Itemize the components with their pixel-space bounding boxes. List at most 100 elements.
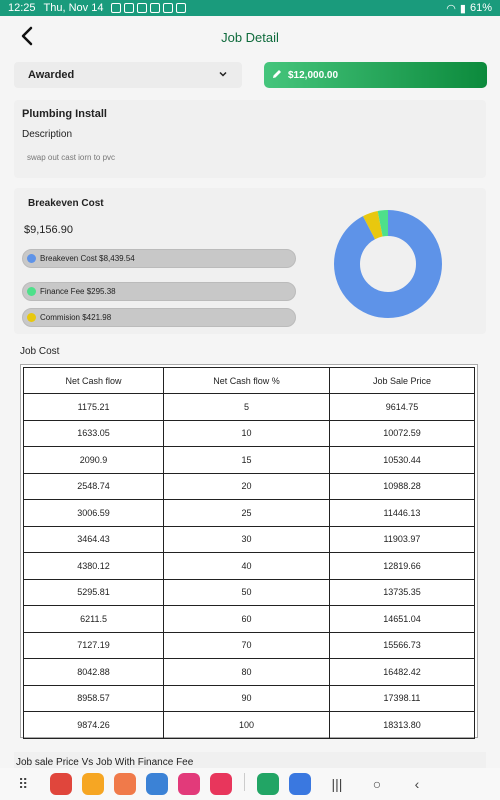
flower-app-icon[interactable]	[178, 773, 200, 795]
table-cell: 90	[163, 684, 330, 712]
status-bar: 12:25 Thu, Nov 14 ◠ ▮ 61%	[0, 0, 500, 16]
job-status-select[interactable]: Awarded	[14, 62, 242, 88]
table-cell: 6211.5	[22, 605, 165, 633]
breakeven-card: Breakeven Cost $9,156.90 Breakeven Cost …	[14, 188, 486, 334]
battery-level: 61%	[469, 2, 492, 14]
status-time: 12:25	[8, 2, 36, 14]
commision-pill: Commision $421.98	[22, 308, 296, 327]
job-status-value: Awarded	[28, 69, 75, 81]
page-title: Job Detail	[221, 30, 279, 45]
table-row: 5295.81 50 13735.35	[22, 578, 476, 606]
table-cell: 15	[163, 446, 330, 474]
recents-icon[interactable]: |||	[323, 776, 351, 792]
job-cost-table: Net Cash flow Net Cash flow % Job Sale P…	[20, 364, 478, 739]
breakeven-cost-pill: Breakeven Cost $8,439.54	[22, 249, 296, 268]
taskbar-divider	[244, 773, 245, 791]
table-header-row: Net Cash flow Net Cash flow % Job Sale P…	[22, 367, 476, 394]
job-title: Plumbing Install	[22, 108, 107, 120]
table-cell: 14651.04	[328, 605, 476, 633]
table-row: 3464.43 30 11903.97	[22, 525, 476, 553]
download-notification-icon	[163, 3, 174, 13]
table-cell: 40	[163, 552, 330, 580]
table-cell: 17398.11	[328, 684, 476, 712]
table-cell: 7127.19	[22, 631, 165, 659]
taskbar-apps	[50, 773, 311, 795]
table-cell: 4380.12	[22, 552, 165, 580]
column-header: Job Sale Price	[328, 367, 476, 394]
breakeven-title: Breakeven Cost	[28, 198, 104, 209]
calendar-notification-icon	[111, 3, 122, 13]
table-cell: 20	[163, 472, 330, 500]
table-cell: 10072.59	[328, 419, 476, 447]
table-cell: 5295.81	[22, 578, 165, 606]
notification-icons	[111, 3, 187, 13]
system-navbar: ⠿ ||| ○ ‹	[0, 768, 500, 800]
wifi-icon: ◠	[446, 2, 456, 15]
camera-app-icon[interactable]	[210, 773, 232, 795]
commision-label: Commision $421.98	[40, 313, 112, 322]
column-header: Net Cash flow	[22, 367, 165, 394]
files-app-icon[interactable]	[82, 773, 104, 795]
table-cell: 100	[163, 711, 330, 739]
table-cell: 10	[163, 419, 330, 447]
table-cell: 8958.57	[22, 684, 165, 712]
table-cell: 5	[163, 393, 330, 421]
table-cell: 80	[163, 658, 330, 686]
table-cell: 18313.80	[328, 711, 476, 739]
table-cell: 11446.13	[328, 499, 476, 527]
pencil-icon	[272, 69, 282, 82]
status-date: Thu, Nov 14	[43, 2, 104, 14]
table-cell: 8042.88	[22, 658, 165, 686]
table-row: 1175.21 5 9614.75	[22, 393, 476, 421]
meet-app-icon[interactable]	[257, 773, 279, 795]
app-drawer-icon[interactable]: ⠿	[18, 776, 38, 793]
green-dot-icon	[27, 287, 36, 296]
description-label: Description	[22, 129, 73, 140]
table-cell: 9614.75	[328, 393, 476, 421]
calendar-app-icon[interactable]	[289, 773, 311, 795]
home-icon[interactable]: ○	[363, 776, 391, 792]
table-row: 8958.57 90 17398.11	[22, 684, 476, 712]
table-cell: 10530.44	[328, 446, 476, 474]
table-cell: 15566.73	[328, 631, 476, 659]
table-row: 1633.05 10 10072.59	[22, 419, 476, 447]
chevron-down-icon	[218, 69, 228, 82]
table-cell: 11903.97	[328, 525, 476, 553]
table-row: 2090.9 15 10530.44	[22, 446, 476, 474]
table-cell: 60	[163, 605, 330, 633]
table-row: 7127.19 70 15566.73	[22, 631, 476, 659]
table-cell: 25	[163, 499, 330, 527]
blue-dot-icon	[27, 254, 36, 263]
table-row: 3006.59 25 11446.13	[22, 499, 476, 527]
table-row: 4380.12 40 12819.66	[22, 552, 476, 580]
breakeven-cost-label: Breakeven Cost $8,439.54	[40, 254, 135, 263]
table-cell: 70	[163, 631, 330, 659]
table-cell: 1175.21	[22, 393, 165, 421]
yellow-dot-icon	[27, 313, 36, 322]
job-price-button[interactable]: $12,000.00	[264, 62, 487, 88]
signal-icon: ▮	[459, 2, 466, 15]
table-cell: 30	[163, 525, 330, 553]
status-right: ◠ ▮ 61%	[446, 2, 492, 15]
calendar-notification-icon	[124, 3, 135, 13]
table-cell: 1633.05	[22, 419, 165, 447]
back-nav-icon[interactable]: ‹	[403, 776, 431, 792]
table-cell: 2548.74	[22, 472, 165, 500]
chrome-app-icon[interactable]	[146, 773, 168, 795]
table-row: 6211.5 60 14651.04	[22, 605, 476, 633]
table-cell: 16482.42	[328, 658, 476, 686]
table-row: 9874.26 100 18313.80	[22, 711, 476, 739]
finance-fee-pill: Finance Fee $295.38	[22, 282, 296, 301]
table-cell: 3464.43	[22, 525, 165, 553]
job-info-card: Plumbing Install Description swap out ca…	[14, 100, 486, 178]
notes-app-icon[interactable]	[50, 773, 72, 795]
description-text: swap out cast iorn to pvc	[27, 153, 116, 162]
app-bar: Job Detail	[0, 16, 500, 60]
gmail-notification-icon	[150, 3, 161, 13]
table-row: 8042.88 80 16482.42	[22, 658, 476, 686]
breakeven-total: $9,156.90	[24, 224, 73, 236]
table-cell: 10988.28	[328, 472, 476, 500]
link-notification-icon	[176, 3, 187, 13]
table-cell: 9874.26	[22, 711, 165, 739]
contacts-app-icon[interactable]	[114, 773, 136, 795]
